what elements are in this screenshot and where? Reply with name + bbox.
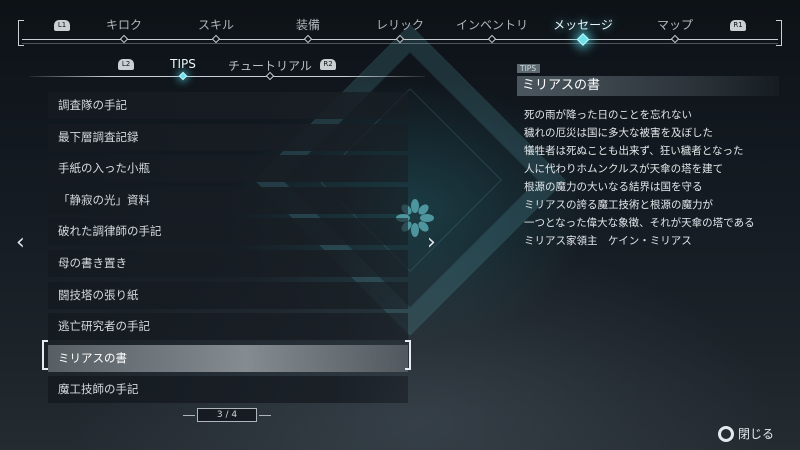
detail-line: 一つとなった偉大な象徴、それが天傘の塔である (524, 217, 755, 229)
list-item[interactable]: 闘技塔の張り紙 (48, 281, 408, 309)
detail-title: ミリアスの書 (517, 76, 779, 96)
tab-map[interactable]: マップ (657, 16, 693, 33)
pager-wing-right (259, 415, 271, 416)
list-item[interactable]: 魔工技師の手記 (48, 376, 408, 404)
close-label: 閉じる (738, 427, 775, 441)
list-item[interactable]: 調査隊の手記 (48, 92, 408, 119)
sub-tabs: L2 R2 TIPS チュートリアル (30, 56, 425, 84)
list-item[interactable]: 逃亡研究者の手記 (48, 313, 408, 341)
circle-button-icon (718, 426, 734, 442)
tab-map-marker (670, 34, 680, 44)
detail-line: 根源の魔力の大いなる結界は国を守る (524, 181, 703, 193)
tab-kiroku-marker (119, 34, 129, 44)
selection-bracket-right (405, 340, 411, 370)
list-item-selected[interactable]: ミリアスの書 (48, 344, 408, 372)
r2-button-tag[interactable]: R2 (320, 59, 336, 70)
list-item[interactable]: 破れた調律師の手記 (48, 218, 408, 246)
selection-bracket-left (42, 340, 48, 370)
prev-page-arrow[interactable]: ‹ (16, 232, 25, 254)
tab-message[interactable]: メッセージ (553, 16, 613, 33)
tab-tips-marker (178, 71, 188, 81)
l2-button-tag[interactable]: L2 (118, 59, 134, 70)
page-indicator: 3 / 4 (183, 406, 271, 424)
tab-inventory-marker (487, 34, 497, 44)
tab-relic[interactable]: レリック (376, 16, 424, 33)
tab-inventory[interactable]: インベントリ (456, 16, 528, 33)
detail-line: 穢れの厄災は国に多大な被害を及ぼした (524, 127, 713, 139)
pager-box: 3 / 4 (197, 408, 257, 422)
top-nav: L1 R1 キロク スキル 装備 レリック インベントリ メッセージ マップ (18, 12, 782, 48)
tab-skill-marker (211, 34, 221, 44)
list-item[interactable]: 手紙の入った小瓶 (48, 155, 408, 183)
list-item[interactable]: 母の書き置き (48, 249, 408, 277)
tab-relic-marker (395, 34, 405, 44)
r1-button-tag[interactable]: R1 (730, 20, 746, 31)
tab-equipment[interactable]: 装備 (296, 16, 320, 33)
sub-tabs-line (30, 76, 425, 77)
tab-tips[interactable]: TIPS (170, 57, 196, 71)
detail-line: 犠牲者は死ぬことも出来ず、狂い穢者となった (524, 145, 744, 157)
detail-line: 死の雨が降った日のことを忘れない (524, 109, 692, 121)
detail-line: ミリアスの誇る魔工技術と根源の魔力が (524, 199, 713, 211)
pager-wing-left (183, 415, 195, 416)
detail-body: 死の雨が降った日のことを忘れない 穢れの厄災は国に多大な被害を及ぼした 犠牲者は… (517, 106, 779, 250)
next-page-arrow[interactable]: › (427, 232, 436, 254)
l1-button-tag[interactable]: L1 (54, 20, 70, 31)
detail-category-badge: TIPS (517, 64, 541, 73)
tab-kiroku[interactable]: キロク (106, 16, 142, 33)
detail-line: 人に代わりホムンクルスが天傘の塔を建て (524, 163, 724, 175)
detail-panel: TIPS ミリアスの書 死の雨が降った日のことを忘れない 穢れの厄災は国に多大な… (517, 56, 779, 250)
list-item[interactable]: 最下層調査記録 (48, 123, 408, 151)
tab-equipment-marker (303, 34, 313, 44)
list-item[interactable]: 「静寂の光」資料 (48, 186, 408, 214)
tab-skill[interactable]: スキル (198, 16, 234, 33)
page-number: 3 / 4 (216, 410, 238, 420)
detail-line: ミリアス家領主 ケイン・ミリアス (524, 235, 692, 247)
message-list: 調査隊の手記 最下層調査記録 手紙の入った小瓶 「静寂の光」資料 破れた調律師の… (48, 92, 408, 408)
